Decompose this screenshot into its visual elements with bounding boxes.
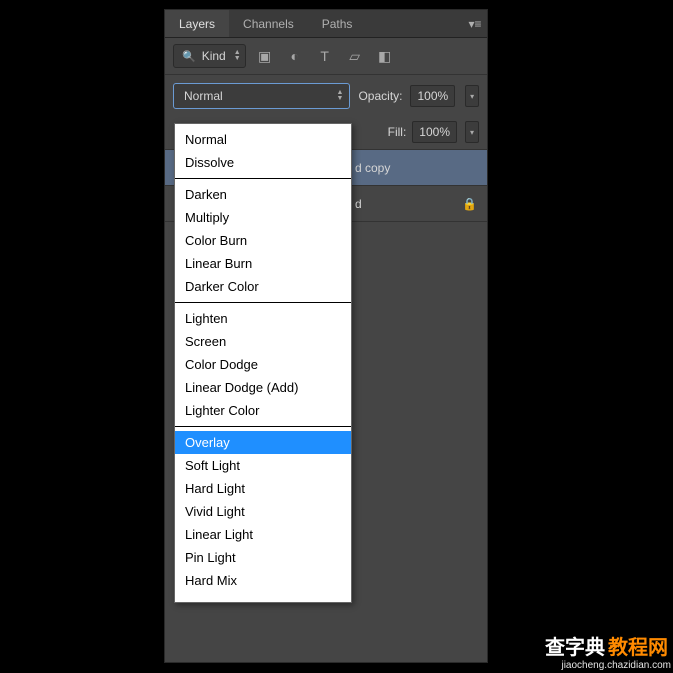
panel-menu-button[interactable]: ▾≡ (463, 10, 487, 37)
kind-label: Kind (202, 49, 226, 63)
kind-filter-select[interactable]: 🔍 Kind ▲▼ (173, 44, 246, 68)
blend-option-color-dodge[interactable]: Color Dodge (175, 353, 351, 376)
blend-option-screen[interactable]: Screen (175, 330, 351, 353)
fill-dropdown[interactable]: ▾ (465, 121, 479, 143)
watermark: 查字典教程网 jiaocheng.chazidian.com (545, 631, 671, 671)
tab-layers[interactable]: Layers (165, 10, 229, 37)
filter-icons: ▣ ◐ T ▱ ◧ (256, 48, 394, 65)
opacity-value: 100% (417, 89, 448, 103)
filter-adjustment-icon[interactable]: ◐ (286, 48, 304, 65)
blend-option-color-burn[interactable]: Color Burn (175, 229, 351, 252)
opacity-input[interactable]: 100% (410, 85, 455, 107)
watermark-text-1: 查字典 (545, 637, 605, 659)
lock-icon: 🔒 (462, 197, 477, 211)
layer-name: d copy (355, 161, 390, 175)
blend-option-overlay[interactable]: Overlay (175, 431, 351, 454)
blend-option-multiply[interactable]: Multiply (175, 206, 351, 229)
blend-option-hard-light[interactable]: Hard Light (175, 477, 351, 500)
blend-option-darker-color[interactable]: Darker Color (175, 275, 351, 298)
fill-input[interactable]: 100% (412, 121, 457, 143)
blend-option-linear-light[interactable]: Linear Light (175, 523, 351, 546)
fill-label: Fill: (388, 125, 407, 139)
blend-option-pin-light[interactable]: Pin Light (175, 546, 351, 569)
blend-option-lighter-color[interactable]: Lighter Color (175, 399, 351, 422)
blend-option-normal[interactable]: Normal (175, 128, 351, 151)
blend-option-dissolve[interactable]: Dissolve (175, 151, 351, 174)
blend-mode-select[interactable]: Normal ▲▼ (173, 83, 350, 109)
blend-option-linear-dodge[interactable]: Linear Dodge (Add) (175, 376, 351, 399)
watermark-url: jiaocheng.chazidian.com (545, 660, 671, 671)
stepper-arrows-icon: ▲▼ (337, 90, 344, 102)
panel-tabs: Layers Channels Paths ▾≡ (165, 10, 487, 38)
filter-pixel-icon[interactable]: ▣ (256, 48, 274, 65)
filter-shape-icon[interactable]: ▱ (346, 48, 364, 65)
layer-name: d (355, 197, 362, 211)
tab-channels[interactable]: Channels (229, 10, 308, 37)
blend-option-lighten[interactable]: Lighten (175, 307, 351, 330)
search-icon: 🔍 (182, 50, 196, 63)
blend-row: Normal ▲▼ Opacity: 100% ▾ (165, 75, 487, 115)
blend-option-hard-mix[interactable]: Hard Mix (175, 569, 351, 592)
tab-paths[interactable]: Paths (308, 10, 367, 37)
blend-option-darken[interactable]: Darken (175, 183, 351, 206)
layers-panel: Layers Channels Paths ▾≡ 🔍 Kind ▲▼ ▣ ◐ T… (164, 9, 488, 663)
filter-row: 🔍 Kind ▲▼ ▣ ◐ T ▱ ◧ (165, 38, 487, 75)
fill-value: 100% (419, 125, 450, 139)
opacity-label: Opacity: (358, 89, 402, 103)
blend-option-soft-light[interactable]: Soft Light (175, 454, 351, 477)
filter-type-icon[interactable]: T (316, 48, 334, 65)
blend-mode-dropdown: Normal Dissolve Darken Multiply Color Bu… (174, 123, 352, 603)
blend-option-linear-burn[interactable]: Linear Burn (175, 252, 351, 275)
watermark-text-2: 教程网 (605, 637, 671, 659)
filter-smart-icon[interactable]: ◧ (376, 48, 394, 65)
blend-option-vivid-light[interactable]: Vivid Light (175, 500, 351, 523)
opacity-dropdown[interactable]: ▾ (465, 85, 479, 107)
blend-mode-value: Normal (184, 89, 223, 103)
stepper-arrows-icon: ▲▼ (234, 50, 241, 62)
